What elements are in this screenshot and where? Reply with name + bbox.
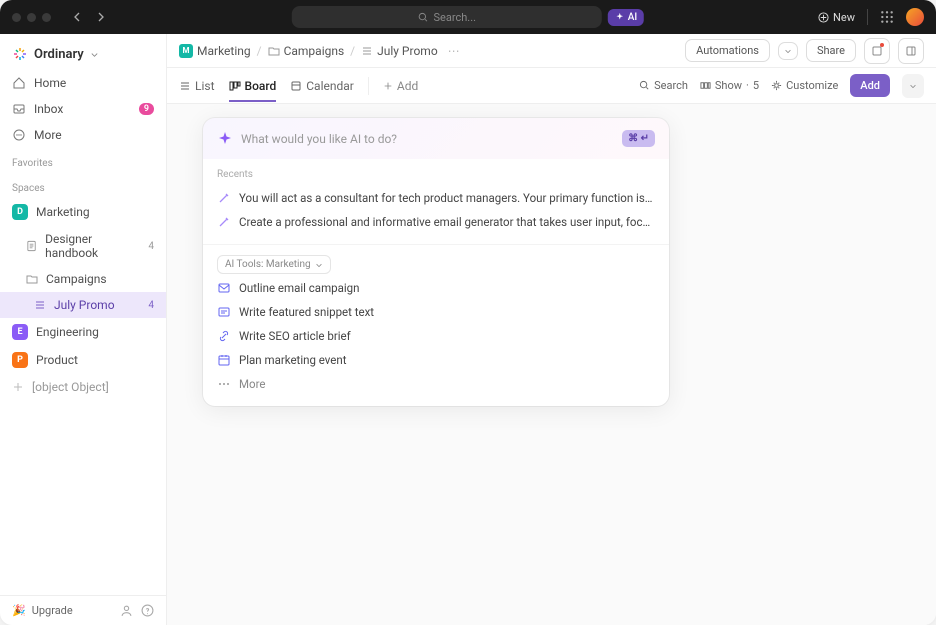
mail-icon: [217, 281, 231, 295]
nav-back[interactable]: [69, 8, 87, 26]
automations-button[interactable]: Automations: [685, 39, 770, 62]
wand-icon: [217, 215, 231, 229]
nav-inbox[interactable]: Inbox 9: [0, 96, 166, 122]
help-icon[interactable]: [141, 604, 154, 617]
space-marketing[interactable]: D Marketing: [0, 198, 166, 226]
tb-show[interactable]: Show · 5: [700, 79, 759, 92]
add-view[interactable]: Add: [383, 79, 418, 93]
tb-search[interactable]: Search: [639, 79, 688, 92]
ai-button[interactable]: AI: [608, 9, 644, 26]
tool-plan-event[interactable]: Plan marketing event: [217, 348, 655, 372]
apps-icon[interactable]: [880, 10, 894, 24]
recent-item-1[interactable]: Create a professional and informative em…: [217, 210, 655, 234]
space-product[interactable]: P Product: [0, 346, 166, 374]
global-search[interactable]: Search... AI: [292, 6, 644, 28]
space-engineering[interactable]: E Engineering: [0, 318, 166, 346]
automations-dropdown[interactable]: [778, 42, 798, 60]
space-designer-handbook[interactable]: Designer handbook 4: [0, 226, 166, 266]
upgrade-link[interactable]: Upgrade: [32, 604, 73, 617]
space-campaigns[interactable]: Campaigns: [0, 266, 166, 292]
chevron-down-icon: [315, 261, 323, 269]
calendar-icon: [217, 353, 231, 367]
view-board[interactable]: Board: [229, 71, 277, 102]
space-icon-p: P: [12, 352, 28, 368]
new-button[interactable]: New: [818, 11, 855, 24]
crumb-more-icon[interactable]: ⋯: [448, 44, 460, 58]
home-icon: [12, 76, 26, 90]
ai-input-row[interactable]: What would you like AI to do? ⌘ ↵: [203, 118, 669, 159]
view-list[interactable]: List: [179, 71, 215, 101]
space-icon-e: E: [12, 324, 28, 340]
space-icon-m: D: [12, 204, 28, 220]
space-july-promo[interactable]: July Promo 4: [0, 292, 166, 318]
gear-icon: [771, 80, 782, 91]
add-dropdown[interactable]: [902, 74, 924, 98]
nav-more[interactable]: More: [0, 122, 166, 148]
more-circle-icon: [12, 128, 26, 142]
crumb-icon-m: M: [179, 44, 193, 58]
sparkle-icon: [217, 131, 233, 147]
nav-home[interactable]: Home: [0, 70, 166, 96]
wand-icon: [217, 191, 231, 205]
search-placeholder: Search...: [434, 11, 477, 24]
tb-customize[interactable]: Customize: [771, 79, 838, 92]
plus-icon: [12, 381, 24, 393]
upgrade-icon: 🎉: [12, 604, 26, 617]
workspace-switcher[interactable]: Ordinary: [0, 42, 166, 70]
breadcrumb-row: M Marketing / Campaigns / July Promo ⋯ A…: [167, 34, 936, 68]
notifications-button[interactable]: [864, 38, 890, 64]
content-area: What would you like AI to do? ⌘ ↵ Recent…: [167, 104, 936, 625]
plus-circle-icon: [818, 12, 829, 23]
spaces-section[interactable]: Spaces: [0, 173, 166, 198]
plus-icon: [383, 81, 393, 91]
window-controls[interactable]: [12, 13, 51, 22]
folder-icon: [26, 273, 38, 285]
more-icon: [217, 377, 231, 391]
recent-item-0[interactable]: You will act as a consultant for tech pr…: [217, 186, 655, 210]
share-button[interactable]: Share: [806, 39, 856, 62]
doc-icon: [26, 240, 37, 252]
folder-icon: [268, 45, 280, 57]
tool-outline-email[interactable]: Outline email campaign: [217, 276, 655, 300]
recents-label: Recents: [217, 163, 655, 186]
ai-shortcut: ⌘ ↵: [622, 130, 655, 147]
calendar-icon: [290, 80, 302, 92]
link-icon: [217, 329, 231, 343]
view-toolbar: List Board Calendar Add: [167, 68, 936, 104]
titlebar: Search... AI New: [0, 0, 936, 34]
board-icon: [229, 80, 241, 92]
discover-spaces[interactable]: [object Object]: [0, 374, 166, 400]
panel-button[interactable]: [898, 38, 924, 64]
chevron-down-icon: [90, 50, 99, 59]
sidebar: Ordinary Home Inbox 9 More Favorites Spa…: [0, 34, 167, 625]
search-icon: [639, 80, 650, 91]
list-icon: [34, 299, 46, 311]
tool-more[interactable]: More: [217, 372, 655, 396]
avatar[interactable]: [906, 8, 924, 26]
list-icon: [179, 80, 191, 92]
inbox-icon: [12, 102, 26, 116]
ai-popup: What would you like AI to do? ⌘ ↵ Recent…: [203, 118, 669, 406]
list-icon: [361, 45, 373, 57]
nav-forward[interactable]: [91, 8, 109, 26]
ai-tools-filter[interactable]: AI Tools: Marketing: [217, 255, 331, 274]
add-button[interactable]: Add: [850, 74, 890, 97]
sparkle-icon: [615, 12, 625, 22]
sidebar-footer: 🎉 Upgrade: [0, 595, 166, 625]
crumb-july-promo[interactable]: July Promo: [361, 44, 438, 58]
tool-featured-snippet[interactable]: Write featured snippet text: [217, 300, 655, 324]
crumb-campaigns[interactable]: Campaigns: [268, 44, 345, 58]
favorites-section[interactable]: Favorites: [0, 148, 166, 173]
tool-seo-brief[interactable]: Write SEO article brief: [217, 324, 655, 348]
logo-icon: [12, 46, 28, 62]
crumb-marketing[interactable]: M Marketing: [179, 44, 251, 58]
columns-icon: [700, 80, 711, 91]
inbox-badge: 9: [139, 103, 154, 115]
search-icon: [418, 12, 429, 23]
ai-placeholder: What would you like AI to do?: [241, 132, 614, 146]
snippet-icon: [217, 305, 231, 319]
person-icon[interactable]: [120, 604, 133, 617]
view-calendar[interactable]: Calendar: [290, 71, 354, 101]
